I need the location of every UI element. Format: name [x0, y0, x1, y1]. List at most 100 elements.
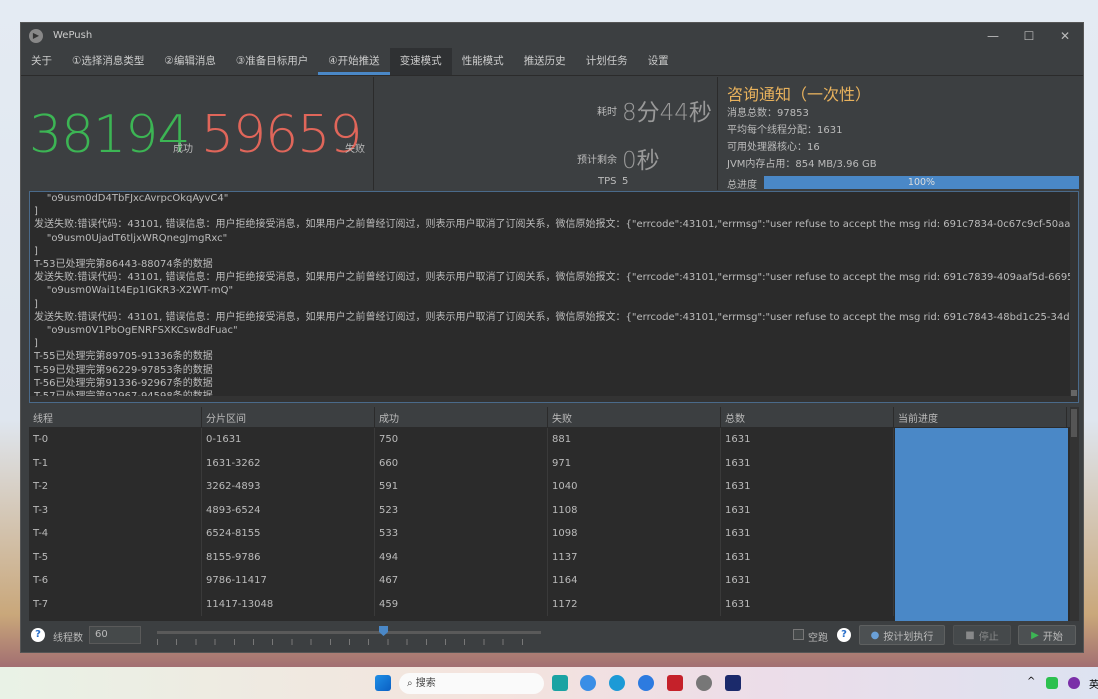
- log-line: T-59已处理完第96229-97853条的数据: [34, 364, 213, 376]
- app-icon-1[interactable]: [552, 675, 568, 691]
- dry-run-label: 空跑: [808, 633, 828, 644]
- success-label: 成功: [173, 144, 193, 155]
- close-button[interactable]: ✕: [1047, 23, 1083, 48]
- minimize-button[interactable]: —: [975, 23, 1011, 48]
- cell-thread: T-1: [29, 451, 202, 475]
- header-progress[interactable]: 当前进度: [894, 407, 1067, 427]
- tray-app-icon[interactable]: [1068, 677, 1080, 689]
- stop-button[interactable]: ■ 停止: [953, 625, 1011, 645]
- cell-thread: T-3: [29, 498, 202, 522]
- tab-performance-mode[interactable]: 性能模式: [452, 48, 514, 75]
- remaining-label: 预计剩余: [577, 155, 617, 166]
- bottom-toolbar: ? 线程数 60 空跑 ? ● 按计划执行 ■ 停止 ▶ 开始: [21, 621, 1083, 651]
- header-total[interactable]: 总数: [721, 407, 894, 427]
- edge-icon[interactable]: [609, 675, 625, 691]
- log-line: "o9usm0dD4TbFJxcAvrpcOkqAyvC4": [34, 193, 229, 204]
- window-title: WePush: [53, 30, 93, 41]
- log-line: ]: [34, 338, 38, 350]
- tray-chevron-icon[interactable]: ^: [1027, 676, 1035, 687]
- tps-label: TPS: [598, 176, 617, 187]
- cell-fail: 1137: [548, 545, 721, 569]
- cell-fail: 1108: [548, 498, 721, 522]
- cell-thread: T-6: [29, 569, 202, 593]
- log-line: 发送失败:错误代码：43101, 错误信息：用户拒绝接受消息，如果用户之前曾经订…: [34, 311, 1079, 323]
- tab-push-history[interactable]: 推送历史: [514, 48, 576, 75]
- cell-total: 1631: [721, 451, 894, 475]
- total-progress-label: 总进度: [727, 180, 757, 191]
- count-panel: 38194 成功 59659 失败: [21, 77, 374, 190]
- tab-about[interactable]: 关于: [21, 48, 62, 75]
- cell-thread: T-0: [29, 428, 202, 452]
- browser-icon[interactable]: [580, 675, 596, 691]
- cell-total: 1631: [721, 498, 894, 522]
- windows-start-icon[interactable]: [375, 675, 391, 691]
- help-icon[interactable]: ?: [31, 628, 45, 642]
- tab-target-users[interactable]: ③准备目标用户: [226, 48, 318, 75]
- time-panel: 耗时 8分44秒 预计剩余 0秒 TPS 5: [374, 77, 717, 190]
- cell-total: 1631: [721, 545, 894, 569]
- stop-label: 停止: [978, 631, 999, 643]
- cell-success: 494: [375, 545, 548, 569]
- maximize-button[interactable]: ☐: [1011, 23, 1047, 48]
- cell-thread: T-2: [29, 475, 202, 499]
- elapsed-value: 8分44秒: [622, 100, 712, 126]
- threads-slider[interactable]: [157, 631, 541, 634]
- dry-run-help-icon[interactable]: ?: [837, 628, 851, 642]
- start-button[interactable]: ▶ 开始: [1018, 625, 1076, 645]
- slider-ticks: [157, 639, 541, 645]
- tab-bar: 关于 ①选择消息类型 ②编辑消息 ③准备目标用户 ④开始推送 变速模式 性能模式…: [21, 48, 1083, 76]
- log-horizontal-scrollbar[interactable]: [30, 396, 1078, 402]
- slider-handle[interactable]: [379, 626, 388, 636]
- log-line: T-53已处理完第86443-88074条的数据: [34, 259, 213, 271]
- thread-table: 线程 分片区间 成功 失败 总数 当前进度 T-0 0-1631 750 881 163…: [29, 407, 1079, 621]
- header-thread[interactable]: 线程: [29, 407, 202, 427]
- taskbar: ⌕ 搜索 ^ 英: [0, 667, 1098, 699]
- cell-success: 467: [375, 569, 548, 593]
- tab-scheduled-tasks[interactable]: 计划任务: [576, 48, 638, 75]
- progress-column-fill: [895, 428, 1068, 621]
- tab-edit-message[interactable]: ②编辑消息: [154, 48, 225, 75]
- start-label: 开始: [1042, 631, 1063, 643]
- log-line: T-56已处理完第91336-92967条的数据: [34, 377, 213, 389]
- header-range[interactable]: 分片区间: [202, 407, 375, 427]
- cell-range: 0-1631: [202, 428, 375, 452]
- cell-fail: 1040: [548, 475, 721, 499]
- cell-total: 1631: [721, 475, 894, 499]
- ie-icon[interactable]: [638, 675, 654, 691]
- dry-run-checkbox[interactable]: [793, 629, 804, 640]
- log-line: ]: [34, 245, 38, 257]
- wechat-tray-icon[interactable]: [1046, 677, 1058, 689]
- log-output[interactable]: "o9usm0dD4TbFJxcAvrpcOkqAyvC4"] 发送失败:错误代码…: [29, 191, 1079, 403]
- cell-success: 459: [375, 592, 548, 616]
- tab-speed-mode[interactable]: 变速模式: [389, 48, 452, 75]
- wepush-taskbar-icon[interactable]: [696, 675, 712, 691]
- ime-indicator[interactable]: 英: [1089, 676, 1098, 691]
- total-progress-bar: 100%: [764, 176, 1079, 189]
- search-icon: ⌕: [407, 678, 416, 689]
- photoshop-icon[interactable]: [725, 675, 741, 691]
- schedule-button[interactable]: ● 按计划执行: [859, 625, 945, 645]
- cell-range: 3262-4893: [202, 475, 375, 499]
- stop-icon: ■: [965, 629, 975, 641]
- log-line: T-55已处理完第89705-91336条的数据: [34, 351, 213, 363]
- cell-thread: T-4: [29, 522, 202, 546]
- search-placeholder: 搜索: [415, 678, 436, 689]
- header-success[interactable]: 成功: [375, 407, 548, 427]
- tab-start-push[interactable]: ④开始推送: [318, 48, 390, 75]
- taskbar-search[interactable]: ⌕ 搜索: [399, 673, 544, 694]
- tab-settings[interactable]: 设置: [638, 48, 679, 75]
- cell-thread: T-7: [29, 592, 202, 616]
- threads-input[interactable]: 60: [89, 626, 141, 644]
- play-icon: ▶: [1031, 629, 1039, 641]
- log-line: "o9usm0Wai1t4Ep1IGKR3-X2WT-mQ": [34, 285, 234, 297]
- app-icon-2[interactable]: [667, 675, 683, 691]
- log-vertical-scrollbar[interactable]: [1070, 192, 1078, 402]
- fail-count: 59659: [201, 105, 362, 165]
- jvm-memory: JVM内存占用：854 MB/3.96 GB: [727, 159, 877, 170]
- avg-per-thread: 平均每个线程分配：1631: [727, 125, 843, 136]
- header-fail[interactable]: 失败: [548, 407, 721, 427]
- log-line: ]: [34, 298, 38, 310]
- table-scrollbar[interactable]: [1070, 407, 1079, 621]
- tab-select-type[interactable]: ①选择消息类型: [62, 48, 154, 75]
- cell-range: 9786-11417: [202, 569, 375, 593]
